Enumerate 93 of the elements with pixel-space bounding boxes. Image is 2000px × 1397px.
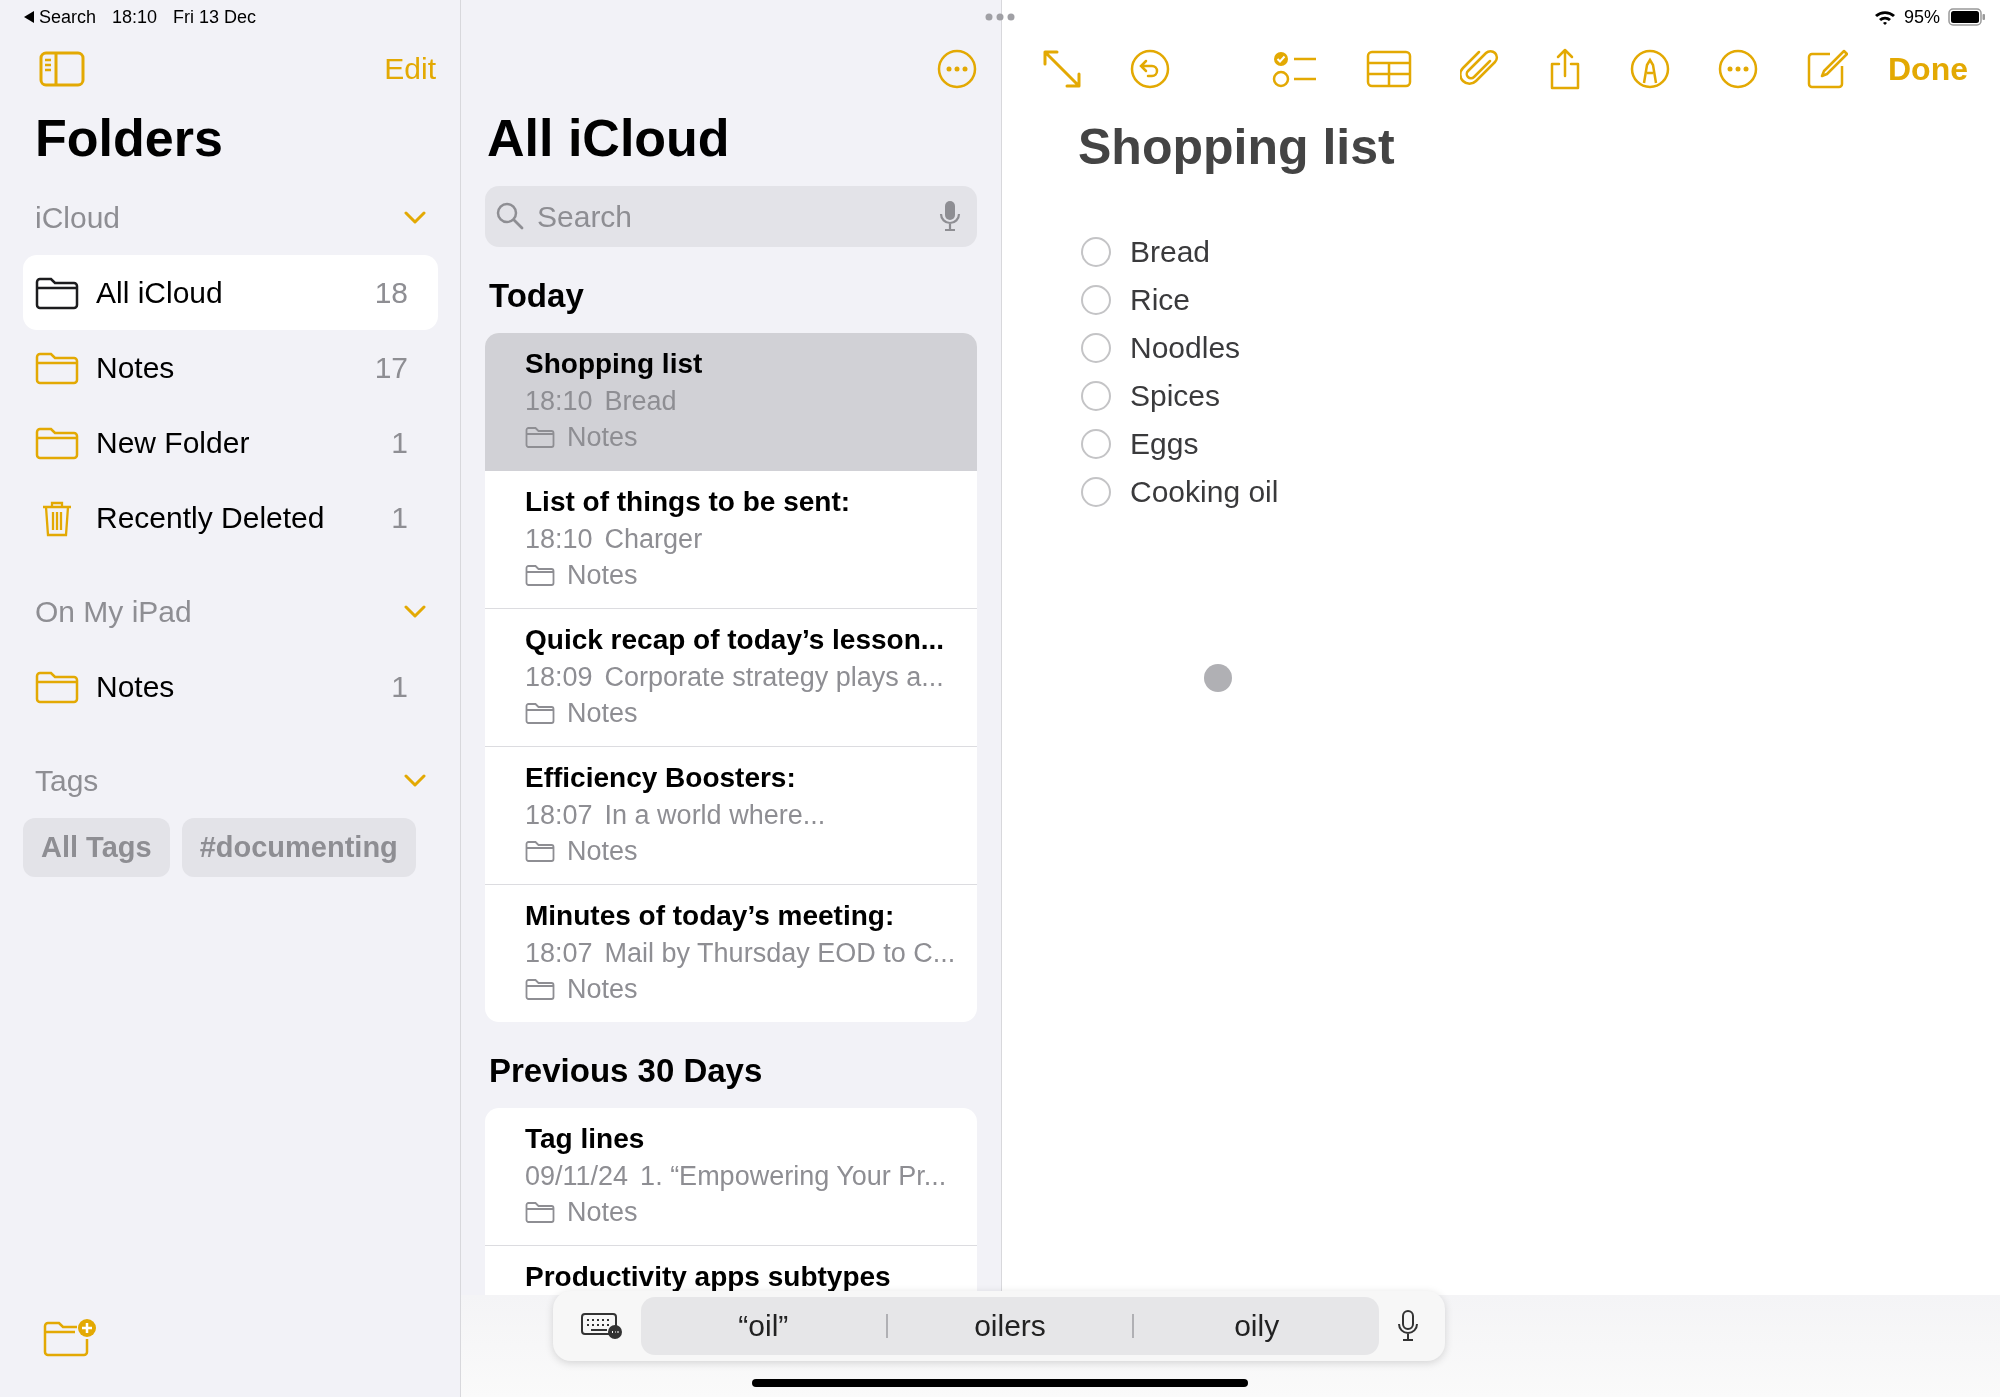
checklist-item: Rice	[1130, 283, 1190, 317]
touch-indicator	[1204, 664, 1232, 692]
note-title: Quick recap of today’s lesson...	[525, 623, 946, 657]
new-folder-icon[interactable]	[43, 1317, 97, 1357]
note-preview: Charger	[604, 523, 703, 556]
note-folder: Notes	[567, 973, 638, 1006]
note-title: Efficiency Boosters:	[525, 761, 797, 795]
note-folder: Notes	[567, 1196, 638, 1229]
status-time: 18:10	[112, 6, 158, 28]
note-title: Shopping list	[1077, 118, 1396, 176]
checkbox-circle[interactable]	[1080, 428, 1112, 460]
note-preview: 1. “Empowering Your Pr...	[640, 1160, 947, 1193]
folder-icon	[525, 1201, 555, 1223]
compose-icon[interactable]	[1806, 48, 1848, 90]
more-options-icon[interactable]	[937, 49, 977, 89]
note-folder: Notes	[567, 835, 638, 868]
checkbox-circle[interactable]	[1080, 284, 1112, 316]
note-title: Shopping list	[525, 347, 704, 381]
multitasking-dots-icon[interactable]	[985, 13, 1015, 21]
battery-percentage: 95%	[1903, 6, 1940, 28]
chevron-icon[interactable]	[404, 605, 426, 619]
checklist-item: Spices	[1130, 379, 1221, 413]
folder-row[interactable]: Notes 17	[23, 330, 438, 405]
note-preview: Bread	[604, 385, 677, 418]
status-date: Fri 13 Dec	[173, 6, 257, 28]
folder-icon	[525, 426, 555, 448]
group-header: Previous 30 Days	[488, 1052, 764, 1091]
battery-icon	[1948, 8, 1986, 26]
note-row[interactable]: Minutes of today’s meeting: 18:07 Mail by Thursday EOD to C... Notes	[485, 885, 977, 1022]
note-row[interactable]: Efficiency Boosters: 18:07 In a world where... Notes	[485, 747, 977, 885]
more-options-icon[interactable]	[1718, 49, 1758, 89]
note-time: 18:07	[525, 937, 593, 970]
list-title: All iCloud	[486, 108, 731, 169]
microphone-icon[interactable]	[1397, 1310, 1419, 1342]
folder-row[interactable]: Recently Deleted 1	[23, 480, 438, 555]
folder-row[interactable]: New Folder 1	[23, 405, 438, 480]
checklist-item: Cooking oil	[1130, 475, 1279, 509]
note-time: 09/11/24	[525, 1160, 629, 1193]
folder-row[interactable]: All iCloud 18	[23, 255, 438, 330]
folders-title: Folders	[34, 108, 224, 169]
note-folder: Notes	[567, 559, 638, 592]
expand-icon[interactable]	[1042, 49, 1082, 89]
note-title: List of things to be sent:	[525, 485, 852, 519]
note-row[interactable]: Shopping list 18:10 Bread Notes	[485, 333, 977, 471]
note-preview: In a world where...	[604, 799, 826, 832]
chevron-icon[interactable]	[404, 774, 426, 788]
note-time: 18:10	[525, 523, 593, 556]
note-title: Tag lines	[525, 1122, 646, 1156]
note-row[interactable]: List of things to be sent: 18:10 Charger Notes	[485, 471, 977, 609]
suggestion-word[interactable]: oilers	[887, 1309, 1133, 1343]
search-field[interactable]: Search	[485, 186, 977, 247]
folder-icon	[35, 425, 79, 460]
search-icon	[495, 201, 525, 231]
note-title: Productivity apps subtypes	[525, 1260, 892, 1294]
markup-pen-icon[interactable]	[1630, 49, 1670, 89]
checklist-item: Bread	[1130, 235, 1211, 269]
note-preview: Mail by Thursday EOD to C...	[604, 937, 956, 970]
note-folder: Notes	[567, 697, 638, 730]
chevron-icon[interactable]	[404, 211, 426, 225]
note-title: Minutes of today’s meeting:	[525, 899, 896, 933]
table-icon[interactable]	[1366, 50, 1412, 88]
note-time: 18:10	[525, 385, 593, 418]
checkbox-circle[interactable]	[1080, 332, 1112, 364]
back-to-search-link[interactable]: Search	[24, 6, 97, 28]
sidebar-toggle-icon[interactable]	[39, 51, 85, 87]
keyboard-icon[interactable]	[581, 1312, 623, 1340]
folder-row[interactable]: Notes 1	[23, 649, 438, 724]
back-arrow-icon[interactable]	[24, 11, 34, 23]
wifi-icon	[1873, 9, 1896, 25]
share-icon[interactable]	[1548, 48, 1582, 90]
checklist-item: Eggs	[1130, 427, 1199, 461]
checklist-item: Noodles	[1130, 331, 1241, 365]
folder-icon	[525, 978, 555, 1000]
checkbox-circle[interactable]	[1080, 380, 1112, 412]
note-time: 18:09	[525, 661, 593, 694]
note-row[interactable]: Tag lines 09/11/24 1. “Empowering Your Pr... Notes	[485, 1108, 977, 1246]
note-preview: Corporate strategy plays a...	[604, 661, 944, 694]
checkbox-circle[interactable]	[1080, 236, 1112, 268]
folder-icon	[525, 702, 555, 724]
checkbox-circle[interactable]	[1080, 476, 1112, 508]
note-time: 18:07	[525, 799, 593, 832]
folder-icon	[525, 840, 555, 862]
suggestion-word[interactable]: “oil”	[641, 1309, 886, 1343]
group-header: Today	[488, 277, 585, 316]
folder-icon	[35, 275, 79, 310]
note-folder: Notes	[567, 421, 638, 454]
folder-icon	[35, 350, 79, 385]
undo-icon[interactable]	[1130, 49, 1170, 89]
checklist-icon[interactable]	[1272, 49, 1318, 89]
folder-icon	[525, 564, 555, 586]
folder-icon	[35, 669, 79, 704]
note-row[interactable]: Quick recap of today’s lesson... 18:09 Corporate strategy plays a... Notes	[485, 609, 977, 747]
suggestion-word[interactable]: oily	[1134, 1309, 1379, 1343]
